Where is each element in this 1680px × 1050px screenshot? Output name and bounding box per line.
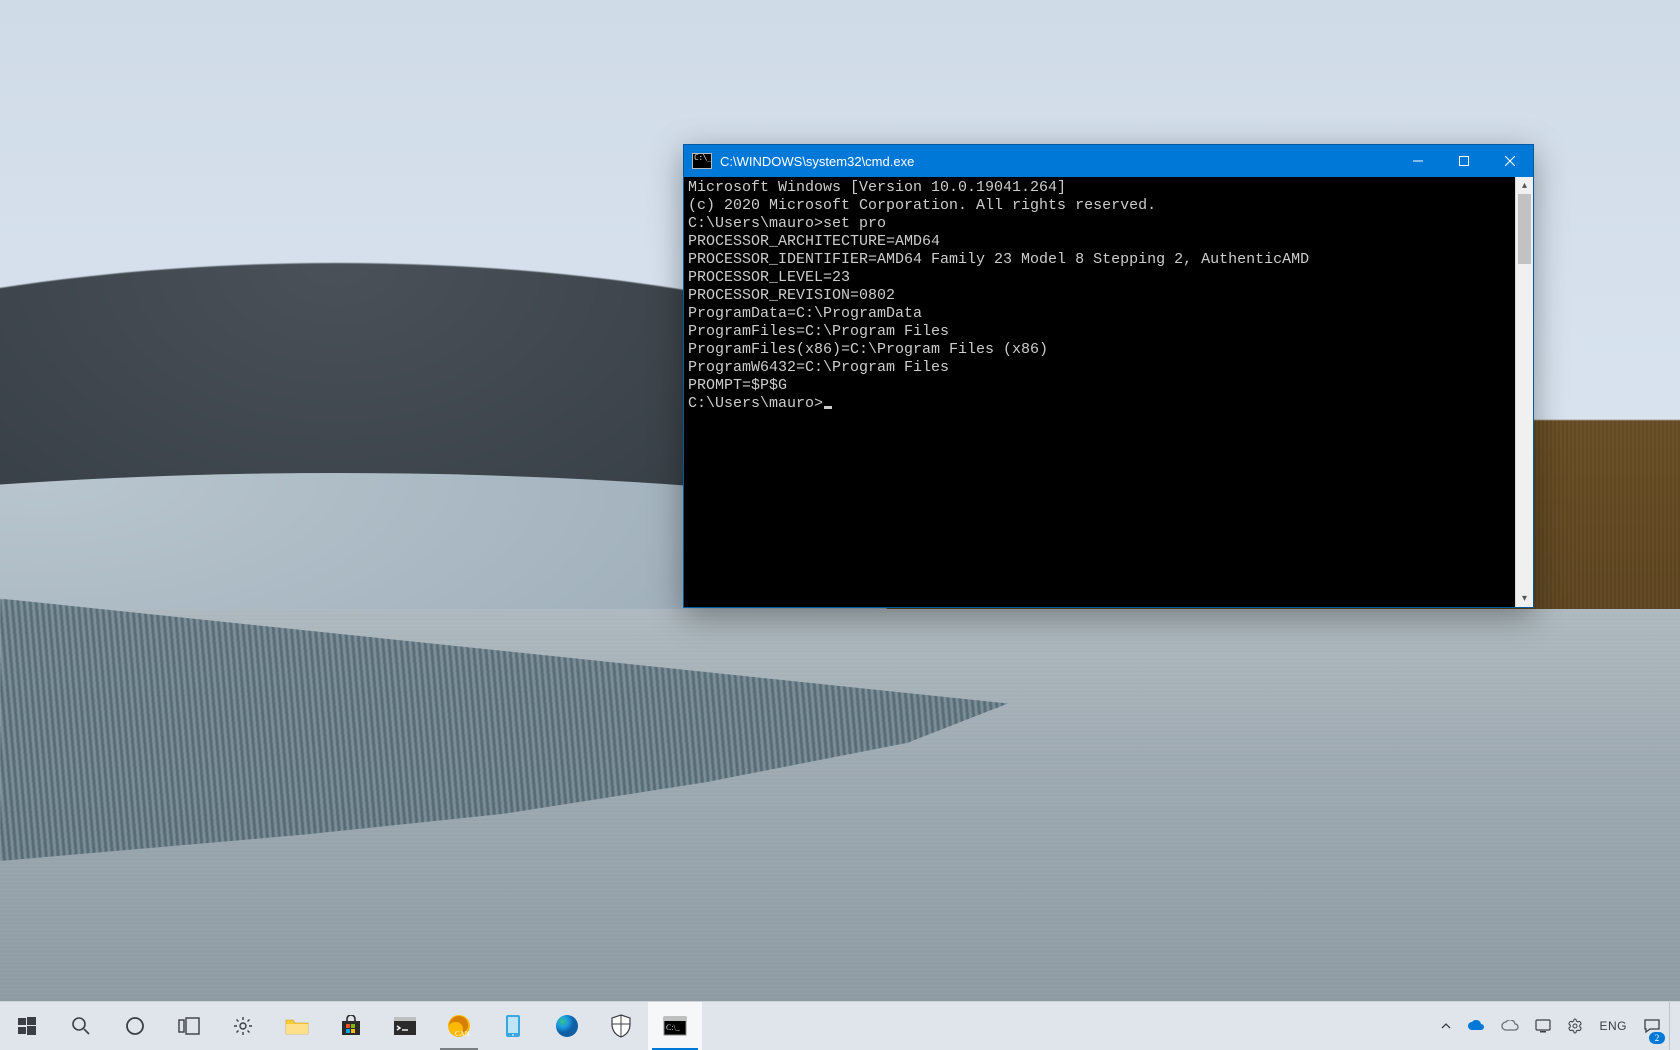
terminal-line: PROCESSOR_REVISION=0802 [688,287,1511,305]
cmd-icon: C:\_ [663,1016,687,1036]
taskbar-item-start[interactable] [0,1002,54,1050]
terminal-line: PROCESSOR_LEVEL=23 [688,269,1511,287]
svg-text:CAN: CAN [455,1030,470,1038]
taskbar-item-edge[interactable] [540,1002,594,1050]
show-desktop-button[interactable] [1669,1002,1676,1050]
taskbar-item-terminal-pinned[interactable] [378,1002,432,1050]
taskbar-item-microsoft-store[interactable] [324,1002,378,1050]
vertical-scrollbar[interactable]: ▴ ▾ [1515,177,1533,607]
language-indicator[interactable]: ENG [1591,1002,1635,1050]
terminal-cursor [824,406,832,409]
terminal-icon [393,1016,417,1036]
terminal-line: ProgramFiles=C:\Program Files [688,323,1511,341]
terminal-line: PROMPT=$P$G [688,377,1511,395]
edge-icon [555,1014,579,1038]
window-title: C:\WINDOWS\system32\cmd.exe [720,154,914,169]
shield-icon [611,1014,631,1038]
taskbar-item-file-explorer[interactable] [270,1002,324,1050]
taskbar-item-task-view[interactable] [162,1002,216,1050]
scroll-up-button[interactable]: ▴ [1516,177,1533,194]
taskbar-item-windows-security[interactable] [594,1002,648,1050]
circle-icon [125,1016,145,1036]
scroll-thumb[interactable] [1518,194,1531,264]
cmd-window[interactable]: C:\WINDOWS\system32\cmd.exe Microsoft Wi… [683,144,1534,608]
store-icon [340,1015,362,1037]
onedrive-tray-icon[interactable] [1459,1002,1493,1050]
titlebar[interactable]: C:\WINDOWS\system32\cmd.exe [684,145,1533,177]
taskbar-item-edge-canary[interactable]: CAN [432,1002,486,1050]
weather-tray-icon[interactable] [1493,1002,1527,1050]
terminal-prompt[interactable]: C:\Users\mauro> [688,395,1511,413]
settings-tray-icon[interactable] [1559,1002,1591,1050]
folder-icon [285,1016,309,1036]
phone-icon [505,1014,521,1038]
system-tray[interactable]: ENG 2 [1433,1002,1680,1050]
cast-tray-icon[interactable] [1527,1002,1559,1050]
taskbar-item-cmd[interactable]: C:\_ [648,1002,702,1050]
scroll-down-button[interactable]: ▾ [1516,590,1533,607]
terminal-line: ProgramW6432=C:\Program Files [688,359,1511,377]
gear-icon [232,1015,254,1037]
minimize-button[interactable] [1395,145,1441,177]
notification-badge: 2 [1649,1032,1665,1044]
maximize-button[interactable] [1441,145,1487,177]
taskbar[interactable]: CAN C:\_ ENG 2 [0,1001,1680,1050]
taskbar-item-your-phone[interactable] [486,1002,540,1050]
taskbar-item-settings[interactable] [216,1002,270,1050]
windows-logo-icon [18,1017,36,1035]
close-button[interactable] [1487,145,1533,177]
cmd-app-icon [692,153,712,169]
action-center-button[interactable]: 2 [1635,1002,1669,1050]
taskbar-item-search[interactable] [54,1002,108,1050]
taskbar-item-cortana[interactable] [108,1002,162,1050]
terminal-line: PROCESSOR_IDENTIFIER=AMD64 Family 23 Mod… [688,251,1511,269]
svg-text:C:\_: C:\_ [666,1023,681,1032]
terminal-line: ProgramFiles(x86)=C:\Program Files (x86) [688,341,1511,359]
terminal-line: Microsoft Windows [Version 10.0.19041.26… [688,179,1511,197]
terminal-line: C:\Users\mauro>set pro [688,215,1511,233]
terminal-line: ProgramData=C:\ProgramData [688,305,1511,323]
search-icon [71,1016,91,1036]
terminal-line: PROCESSOR_ARCHITECTURE=AMD64 [688,233,1511,251]
scroll-track[interactable] [1516,194,1533,590]
edge-canary-icon: CAN [447,1014,471,1038]
terminal-line: (c) 2020 Microsoft Corporation. All righ… [688,197,1511,215]
task-view-icon [178,1017,200,1035]
terminal-output[interactable]: Microsoft Windows [Version 10.0.19041.26… [684,177,1515,607]
tray-overflow-button[interactable] [1433,1002,1459,1050]
